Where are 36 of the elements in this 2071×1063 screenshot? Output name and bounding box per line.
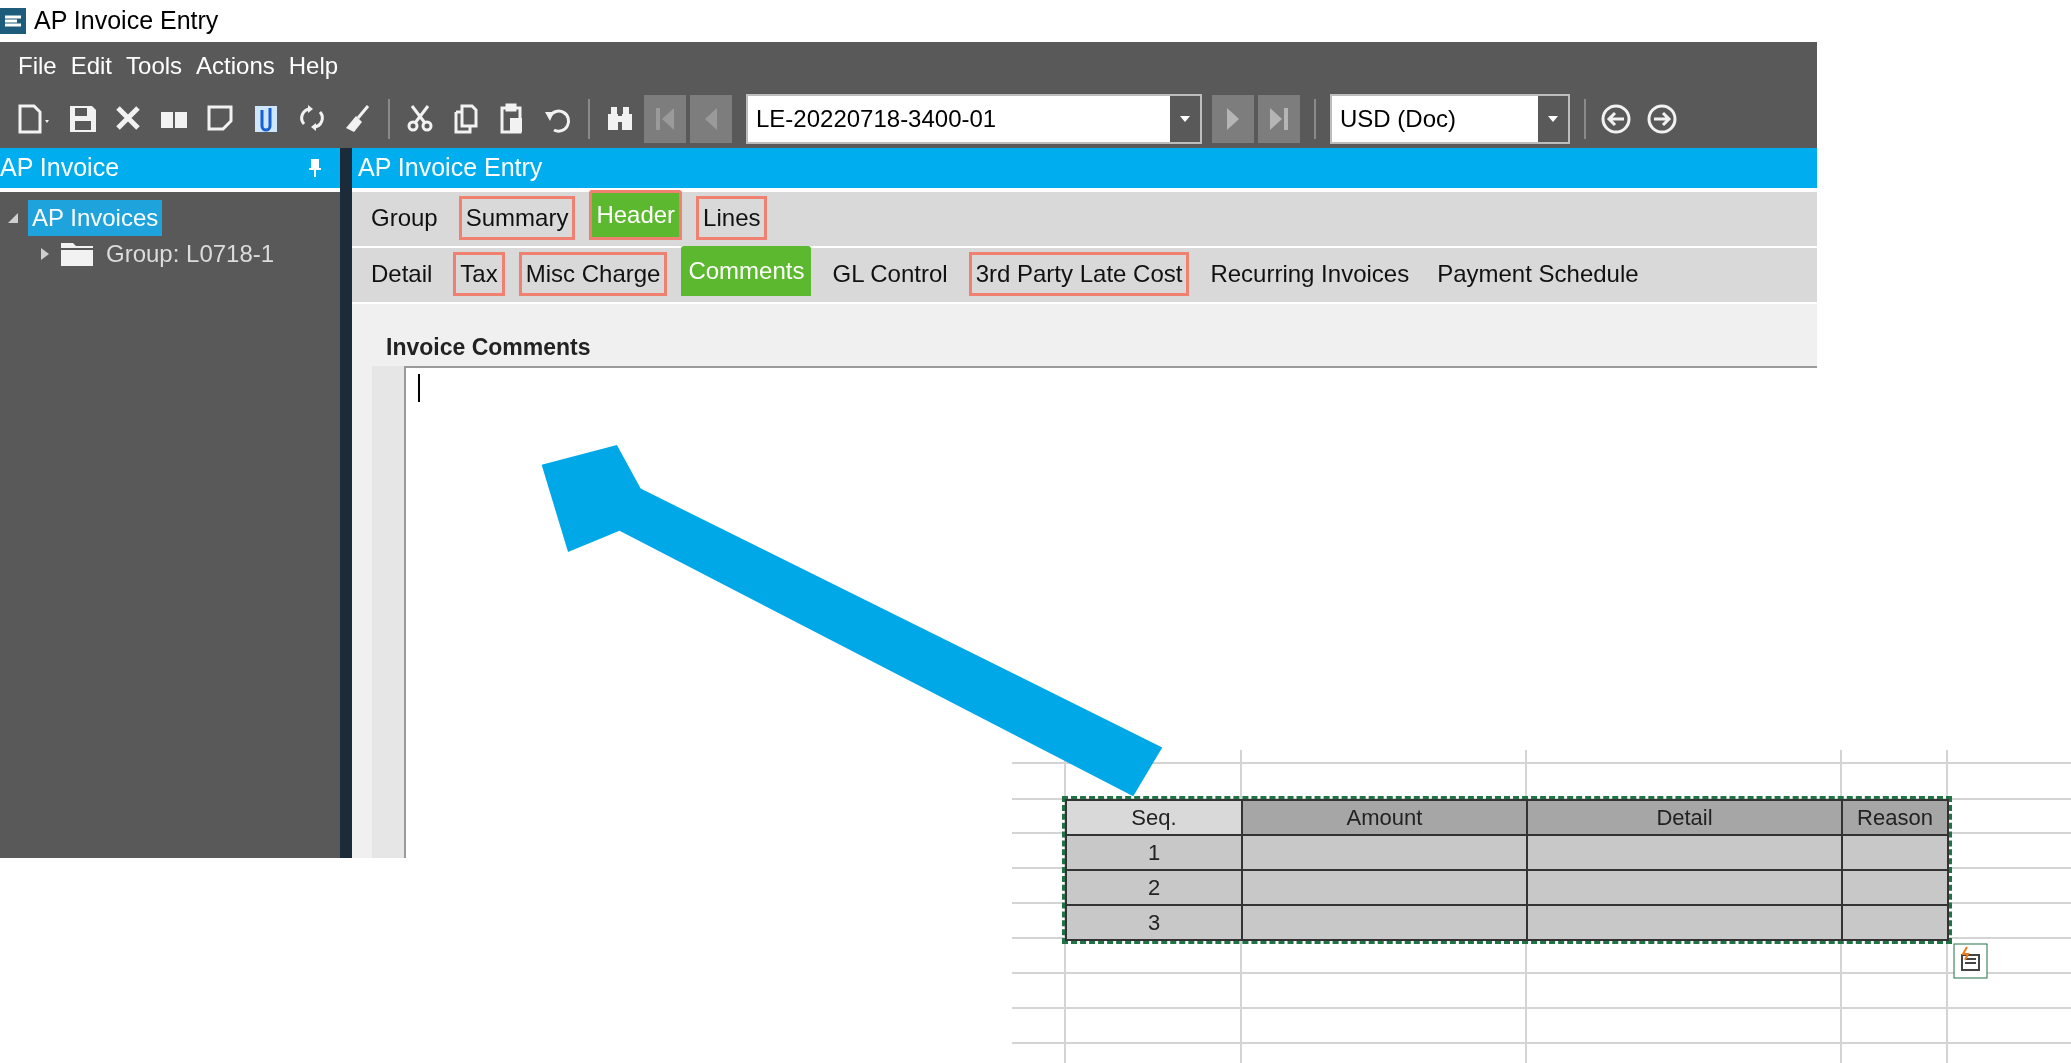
column-header: Seq. xyxy=(1066,800,1242,835)
dropdown-caret-icon[interactable] xyxy=(1168,96,1200,142)
tab[interactable]: Detail xyxy=(364,252,440,296)
column-header: Amount xyxy=(1242,800,1527,835)
window-title: AP Invoice Entry xyxy=(34,5,219,37)
folder-icon xyxy=(60,241,94,267)
tab[interactable]: GL Control xyxy=(825,252,955,296)
forward-icon[interactable] xyxy=(1646,102,1678,136)
menu-item[interactable]: Tools xyxy=(122,48,187,84)
tab[interactable]: Payment Schedule xyxy=(1430,252,1646,296)
tab[interactable]: Summary xyxy=(458,196,576,240)
record-field[interactable]: LE-20220718-3400-01 xyxy=(746,94,1202,144)
column-header: Detail xyxy=(1527,800,1842,835)
panel-title: AP Invoice Entry xyxy=(358,152,543,184)
table-cell: 2 xyxy=(1066,870,1242,905)
menu-item[interactable]: Edit xyxy=(66,48,117,84)
currency-field[interactable]: USD (Doc) xyxy=(1330,94,1570,144)
tree-item[interactable]: Group: L0718-1 xyxy=(102,236,279,272)
tab[interactable]: Recurring Invoices xyxy=(1203,252,1417,296)
panel-title: AP Invoice xyxy=(0,152,120,184)
pin-icon[interactable] xyxy=(308,158,322,178)
tab[interactable]: Lines xyxy=(696,196,768,240)
table-cell: 1 xyxy=(1066,835,1242,870)
table-cell: 3 xyxy=(1066,905,1242,940)
tab[interactable]: Tax xyxy=(453,252,505,296)
menu-item[interactable]: Help xyxy=(284,48,343,84)
column-header: Reason xyxy=(1842,800,1948,835)
menu-item[interactable]: File xyxy=(14,48,61,84)
paste-options-icon[interactable] xyxy=(1953,943,1988,979)
section-title: Invoice Comments xyxy=(385,333,592,362)
tab[interactable]: Misc Charge xyxy=(518,252,668,296)
tab[interactable]: 3rd Party Late Cost xyxy=(968,252,1190,296)
menu-item[interactable]: Actions xyxy=(192,48,279,84)
back-icon[interactable] xyxy=(1600,102,1632,136)
tab[interactable]: Group xyxy=(364,196,445,240)
dropdown-caret-icon[interactable] xyxy=(1536,96,1568,142)
